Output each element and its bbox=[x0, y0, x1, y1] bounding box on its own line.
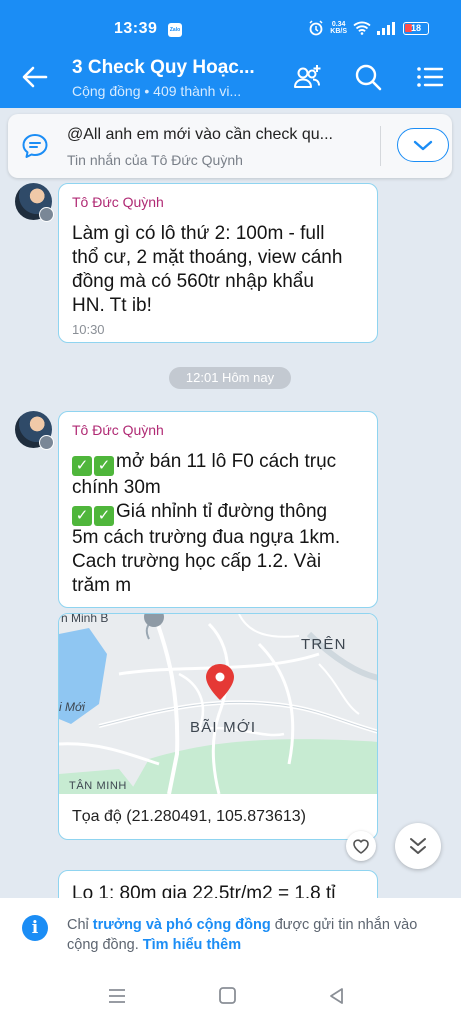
admin-key-badge bbox=[39, 207, 54, 222]
back-arrow-icon[interactable] bbox=[20, 62, 50, 92]
check-mark-icon: ✓ bbox=[72, 456, 92, 476]
map-label: TRÊN bbox=[301, 636, 347, 653]
check-mark-icon: ✓ bbox=[94, 456, 114, 476]
zalo-app-icon: Zalo bbox=[168, 23, 182, 37]
alarm-icon bbox=[309, 20, 323, 36]
pinned-text: @All anh em mới vào cần check qu... bbox=[67, 126, 333, 143]
react-button[interactable] bbox=[346, 831, 376, 861]
coordinates-text: Tọa độ (21.280491, 105.873613) bbox=[72, 808, 306, 825]
map-label: TÂN MINH bbox=[69, 779, 127, 792]
recent-apps-icon[interactable] bbox=[106, 986, 128, 1006]
pinned-message[interactable]: @All anh em mới vào cần check qu... Tin … bbox=[8, 114, 452, 178]
map-label: h Minh B bbox=[61, 614, 108, 625]
message-bubble[interactable]: Tô Đức Quỳnh Làm gì có lô thứ 2: 100m - … bbox=[58, 183, 378, 343]
message-text: ✓ ✓ mở bán 11 lô F0 cách trục chính 30m ✓ ✓… bbox=[72, 451, 341, 596]
status-icons: 0.34 KB/S 18 bbox=[308, 20, 429, 36]
notice-highlight: trưởng và phó cộng đồng bbox=[92, 917, 271, 933]
restriction-notice: i Chỉ trưởng và phó cộng đồng được gửi t… bbox=[0, 898, 461, 968]
sender-name: Tô Đức Quỳnh bbox=[72, 422, 164, 438]
message-text: Làm gì có lô thứ 2: 100m - full thổ cư, … bbox=[72, 223, 343, 316]
check-mark-icon: ✓ bbox=[94, 506, 114, 526]
map-label: i Mới bbox=[59, 700, 85, 714]
avatar[interactable] bbox=[15, 183, 54, 222]
pinned-subtitle: Tin nhắn của Tô Đức Quỳnh bbox=[67, 152, 243, 168]
heart-icon bbox=[353, 839, 369, 854]
chat-header: 3 Check Quy Hoạc... Cộng đồng • 409 thàn… bbox=[0, 46, 461, 108]
avatar[interactable] bbox=[15, 411, 54, 450]
map-label: BÃI MỚI bbox=[190, 719, 256, 736]
divider bbox=[380, 126, 381, 166]
back-icon[interactable] bbox=[326, 986, 348, 1006]
check-mark-icon: ✓ bbox=[72, 506, 92, 526]
signal-icon bbox=[377, 21, 395, 35]
chat-bubble-icon bbox=[22, 134, 48, 158]
message-time: 10:30 bbox=[72, 322, 105, 337]
double-chevron-down-icon bbox=[410, 838, 426, 854]
map-preview[interactable]: h Minh B TRÊN i Mới BÃI MỚI TÂN MINH bbox=[59, 614, 378, 794]
battery-icon: 18 bbox=[403, 21, 429, 35]
menu-list-icon[interactable] bbox=[415, 62, 445, 92]
location-card[interactable]: h Minh B TRÊN i Mới BÃI MỚI TÂN MINH Tọa… bbox=[58, 613, 378, 840]
home-icon[interactable] bbox=[217, 986, 239, 1006]
wifi-icon bbox=[353, 21, 371, 35]
expand-pinned-button[interactable] bbox=[397, 128, 449, 162]
admin-key-badge bbox=[39, 435, 54, 450]
sender-name: Tô Đức Quỳnh bbox=[72, 194, 164, 210]
date-separator: 12:01 Hôm nay bbox=[169, 367, 291, 389]
notice-text: Chỉ trưởng và phó cộng đồng được gửi tin… bbox=[67, 917, 418, 953]
message-bubble[interactable]: Tô Đức Quỳnh ✓ ✓ mở bán 11 lô F0 cách trục… bbox=[58, 411, 378, 608]
info-icon: i bbox=[22, 915, 48, 941]
system-nav-bar bbox=[0, 968, 461, 1024]
add-member-icon[interactable] bbox=[292, 62, 322, 92]
status-time: 13:39 bbox=[114, 20, 158, 37]
search-icon[interactable] bbox=[353, 62, 383, 92]
learn-more-link[interactable]: Tìm hiểu thêm bbox=[143, 937, 241, 953]
chevron-down-icon bbox=[413, 140, 432, 150]
group-subtitle[interactable]: Cộng đồng • 409 thành vi... bbox=[72, 83, 241, 99]
status-bar: 13:39 Zalo 0.34 KB/S 18 bbox=[0, 0, 461, 46]
net-speed: 0.34 KB/S bbox=[330, 21, 347, 35]
scroll-to-bottom-button[interactable] bbox=[395, 823, 441, 869]
group-title[interactable]: 3 Check Quy Hoạc... bbox=[72, 57, 255, 79]
